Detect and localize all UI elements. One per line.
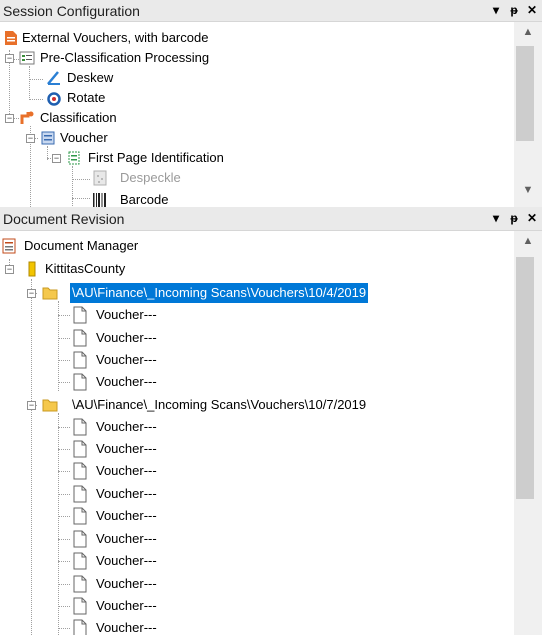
tree-label: Classification xyxy=(40,110,117,125)
document-revision-title: Document Revision xyxy=(3,211,125,227)
tree-label: Voucher--- xyxy=(96,307,157,322)
session-config-tree[interactable]: External Vouchers, with barcode − Pre-Cl… xyxy=(0,22,514,207)
tree-label: Document Manager xyxy=(24,238,139,253)
tree-label: Voucher--- xyxy=(96,486,157,501)
page-icon xyxy=(73,552,87,570)
scroll-up-icon[interactable]: ▲ xyxy=(514,235,542,253)
barcode-icon xyxy=(93,193,106,207)
close-icon[interactable]: ✕ xyxy=(526,210,538,226)
collapse-icon[interactable]: − xyxy=(27,401,36,410)
page-icon xyxy=(73,575,87,593)
scroll-thumb[interactable] xyxy=(516,46,534,141)
deskew-icon xyxy=(47,71,60,85)
tree-label: KittitasCounty xyxy=(45,261,126,276)
tree-label: Voucher--- xyxy=(96,419,157,434)
dropdown-icon[interactable]: ▾ xyxy=(490,210,502,226)
collapse-icon[interactable]: − xyxy=(5,265,14,274)
page-icon xyxy=(73,329,87,347)
collapse-icon[interactable]: − xyxy=(52,154,61,163)
tree-label: \AU\Finance\_Incoming Scans\Vouchers\10/… xyxy=(70,283,369,303)
document-manager-scrollbar[interactable]: ▲ xyxy=(514,231,542,635)
close-icon[interactable]: ✕ xyxy=(526,2,538,18)
tree-label: Voucher--- xyxy=(96,463,157,478)
document-revision-header: Document Revision ▾ ᵽ ✕ xyxy=(0,207,542,231)
despeckle-icon xyxy=(93,170,107,186)
session-config-title: Session Configuration xyxy=(3,3,140,19)
tree-label: Voucher--- xyxy=(96,508,157,523)
process-list-icon xyxy=(19,51,35,65)
tree-label: Voucher--- xyxy=(96,620,157,635)
document-class-icon xyxy=(41,131,55,145)
tree-label: Voucher--- xyxy=(96,352,157,367)
pin-icon[interactable]: ᵽ xyxy=(508,210,520,226)
scroll-up-icon[interactable]: ▲ xyxy=(514,26,542,44)
collapse-icon[interactable]: − xyxy=(26,134,35,143)
scroll-thumb[interactable] xyxy=(516,257,534,499)
tree-label: Rotate xyxy=(67,90,106,105)
tree-label: Voucher--- xyxy=(96,553,157,568)
tree-label: External Vouchers, with barcode xyxy=(22,30,209,45)
tree-label: Voucher--- xyxy=(96,598,157,613)
tree-label: Barcode xyxy=(120,192,169,207)
dropdown-icon[interactable]: ▾ xyxy=(490,2,502,18)
page-icon xyxy=(73,440,87,458)
page-icon xyxy=(73,507,87,525)
tree-label: First Page Identification xyxy=(88,150,224,165)
page-icon xyxy=(73,373,87,391)
classification-icon xyxy=(20,111,34,124)
collapse-icon[interactable]: − xyxy=(5,114,14,123)
tree-label: \AU\Finance\_Incoming Scans\Vouchers\10/… xyxy=(72,397,367,412)
rotate-icon xyxy=(47,92,61,106)
tree-label: Voucher--- xyxy=(96,531,157,546)
page-icon xyxy=(73,485,87,503)
tree-label: Despeckle xyxy=(120,170,181,185)
tree-label: Voucher--- xyxy=(96,576,157,591)
document-manager-icon xyxy=(2,238,16,254)
collapse-icon[interactable]: − xyxy=(27,289,36,298)
page-icon xyxy=(73,306,87,324)
tree-label: Voucher--- xyxy=(96,330,157,345)
folder-icon xyxy=(42,287,58,300)
scroll-down-icon[interactable]: ▼ xyxy=(514,184,542,202)
document-manager-tree[interactable]: Document Manager − KittitasCounty − \AU\… xyxy=(0,231,514,635)
session-config-scrollbar[interactable]: ▲ ▼ xyxy=(514,22,542,207)
page-icon xyxy=(73,597,87,615)
page-icon xyxy=(73,462,87,480)
tree-label: Voucher xyxy=(60,130,108,145)
tree-label: Voucher--- xyxy=(96,441,157,456)
folder-icon xyxy=(42,399,58,412)
collapse-icon[interactable]: − xyxy=(5,54,14,63)
batch-icon xyxy=(28,261,36,277)
page-icon xyxy=(73,530,87,548)
page-icon xyxy=(73,619,87,635)
page-icon xyxy=(73,418,87,436)
page-icon xyxy=(73,351,87,369)
pin-icon[interactable]: ᵽ xyxy=(508,2,520,18)
document-orange-icon xyxy=(5,31,17,45)
page-identification-icon xyxy=(68,151,80,165)
tree-label: Pre-Classification Processing xyxy=(40,50,210,65)
tree-label: Deskew xyxy=(67,70,114,85)
tree-label: Voucher--- xyxy=(96,374,157,389)
session-config-header: Session Configuration ▾ ᵽ ✕ xyxy=(0,0,542,22)
